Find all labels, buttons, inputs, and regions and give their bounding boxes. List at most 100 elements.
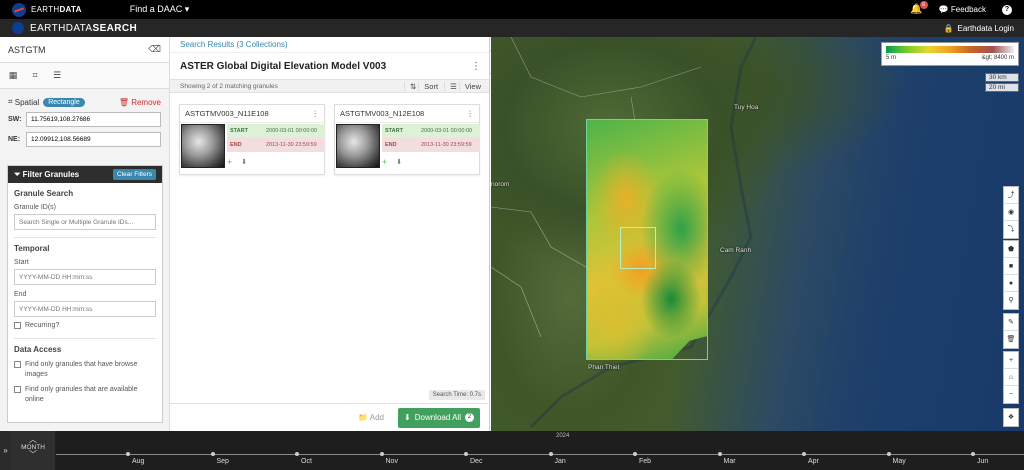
collection-title: ASTER Global Digital Elevation Model V00… [180,60,481,72]
granule-start: START 2000-03-01 00:00:00 [382,124,480,138]
download-icon[interactable]: ⬇ [241,158,247,167]
sw-coordinate-input[interactable] [26,112,161,127]
timeline-tick [126,452,130,456]
timeline-interval-selector[interactable]: ︿ MONTH ﹀ [11,431,55,470]
granule-ids-label: Granule ID(s) [14,204,57,211]
sort-button[interactable]: ⇅ Sort [403,81,439,91]
polygon-icon[interactable]: ⬟ [1004,241,1018,258]
zoom-controls: + ⌂ − [1003,351,1019,404]
end-date-input[interactable] [14,301,156,317]
map-label: Phan Thiet [588,364,620,371]
online-only-checkbox[interactable]: Find only granules that are available on… [14,385,156,405]
arctic-projection-icon[interactable]: ⤴ [1004,187,1018,204]
timeline-month-label[interactable]: Oct [301,458,312,465]
eraser-icon[interactable]: ⌫ [148,44,161,55]
crop-icon[interactable]: ⌗ [30,70,40,81]
more-options-icon[interactable]: ⋮ [471,61,481,72]
timeline: » ︿ MONTH ﹀ 2024 Aug Sep Oct Nov Dec Jan Feb Ma… [0,431,1024,470]
remove-spatial-button[interactable]: 🗑 Remove [119,98,161,107]
list-icon[interactable]: ☰ [52,70,62,81]
rectangle-icon[interactable]: ■ [1004,258,1018,275]
feedback-button[interactable]: 💬 Feedback [939,5,986,14]
circle-icon[interactable]: ● [1004,275,1018,292]
add-to-project-button[interactable]: 📁 Add [358,413,384,422]
find-daac-menu[interactable]: Find a DAAC ▾ [130,4,190,15]
calendar-icon[interactable]: ▦ [8,70,18,81]
browse-only-checkbox[interactable]: Find only granules that have browse imag… [14,360,156,380]
chevron-up-icon[interactable]: ︿ [11,436,55,444]
collapse-timeline-icon[interactable]: » [0,431,11,470]
spatial-temporal-tools: ▦ ⌗ ☰ [0,63,169,89]
granule-results-panel: Search Results (3 Collections) ASTER Glo… [170,37,490,431]
timeline-tick [802,452,806,456]
clear-filters-button[interactable]: Clear Filters [112,169,156,180]
granule-start: START 2000-03-01 00:00:00 [227,124,325,138]
timeline-month-label[interactable]: Apr [808,458,819,465]
timeline-month-label[interactable]: Jan [555,458,566,465]
globe-icon[interactable]: ◉ [1004,204,1018,221]
granule-search-heading: Granule Search [14,189,74,198]
app-title[interactable]: EARTHDATASEARCH [30,23,137,34]
start-date-input[interactable] [14,269,156,285]
granule-end: END 2013-11-30 23:59:59 [382,138,480,152]
timeline-tick [971,452,975,456]
trash-icon: 🗑 [118,97,129,107]
timeline-month-label[interactable]: Mar [724,458,736,465]
zoom-in-icon[interactable]: + [1004,352,1018,369]
timeline-month-label[interactable]: Dec [470,458,482,465]
elevation-legend: 5 m &gt; 8400 m [881,42,1019,66]
legend-max: &gt; 8400 m [981,55,1014,61]
timeline-month-label[interactable]: Nov [386,458,398,465]
trash-icon[interactable]: 🗑 [1004,331,1018,348]
granule-count: Showing 2 of 2 matching granules [180,82,278,90]
spatial-rectangle[interactable] [620,227,656,269]
ne-coordinate-input[interactable] [26,132,161,147]
zoom-out-icon[interactable]: − [1004,386,1018,403]
comment-icon: 💬 [938,5,949,14]
map-view[interactable]: Tuy Hoa Cam Ranh Phan Thiet norom 5 m &gt… [491,37,1024,431]
help-button[interactable]: ? [1002,4,1012,15]
view-button[interactable]: ☰ View [444,81,481,91]
timeline-year: 2024 [556,433,570,439]
timeline-month-label[interactable]: Aug [132,458,144,465]
granule-browse-thumbnail[interactable] [181,124,225,168]
timeline-month-label[interactable]: Jun [977,458,988,465]
search-results-breadcrumb[interactable]: Search Results (3 Collections) [170,37,489,53]
search-bar: ⌫ [0,37,169,63]
map-label: Cam Ranh [720,247,752,254]
timeline-track[interactable]: 2024 Aug Sep Oct Nov Dec Jan Feb Mar Apr May Jun [56,431,1024,470]
draw-controls: ⬟ ■ ● ⚲ [1003,240,1019,310]
home-icon[interactable]: ⌂ [1004,369,1018,386]
search-sidebar: ⌫ ▦ ⌗ ☰ ⌗ Spatial Rectangle 🗑 Remove SW:… [0,37,170,431]
layers-icon[interactable]: ❖ [1004,409,1018,426]
granule-card[interactable]: ASTGTMV003_N12E108 ⋮ START 2000-03-01 00:0… [334,104,480,175]
more-options-icon[interactable]: ⋮ [467,109,475,118]
timeline-month-label[interactable]: Sep [217,458,229,465]
granule-card[interactable]: ASTGTMV003_N11E108 ⋮ START 2000-03-01 00:0… [179,104,325,175]
recurring-checkbox[interactable]: Recurring? [14,321,156,331]
earthdata-login-button[interactable]: 🔒 Earthdata Login [944,24,1014,33]
edit-icon[interactable]: ✎ [1004,314,1018,331]
search-input[interactable] [8,44,149,55]
plus-icon[interactable]: + [382,157,387,167]
filter-title: Filter Granules [22,170,80,179]
granule-ids-input[interactable] [14,214,156,230]
timeline-tick [633,452,637,456]
timeline-tick [210,452,215,456]
granule-browse-thumbnail[interactable] [336,124,380,168]
point-marker-icon[interactable]: ⚲ [1004,292,1018,309]
antarctic-projection-icon[interactable]: ⤵ [1004,221,1018,238]
map-borders [491,37,758,429]
filter-icon: ⏷ [14,169,21,179]
chevron-down-icon[interactable]: ﹀ [11,451,55,459]
timeline-month-label[interactable]: Feb [639,458,651,465]
more-options-icon[interactable]: ⋮ [312,109,320,118]
download-icon[interactable]: ⬇ [396,158,402,167]
timeline-tick [717,452,722,456]
plus-icon[interactable]: + [227,157,232,167]
earthdata-brand[interactable]: EARTHDATA [31,5,82,14]
nasa-logo[interactable] [12,2,26,17]
download-all-button[interactable]: ⬇ Download All 2 [398,407,480,428]
notifications-button[interactable]: 🔔 6 [910,1,928,15]
timeline-month-label[interactable]: May [893,458,906,465]
